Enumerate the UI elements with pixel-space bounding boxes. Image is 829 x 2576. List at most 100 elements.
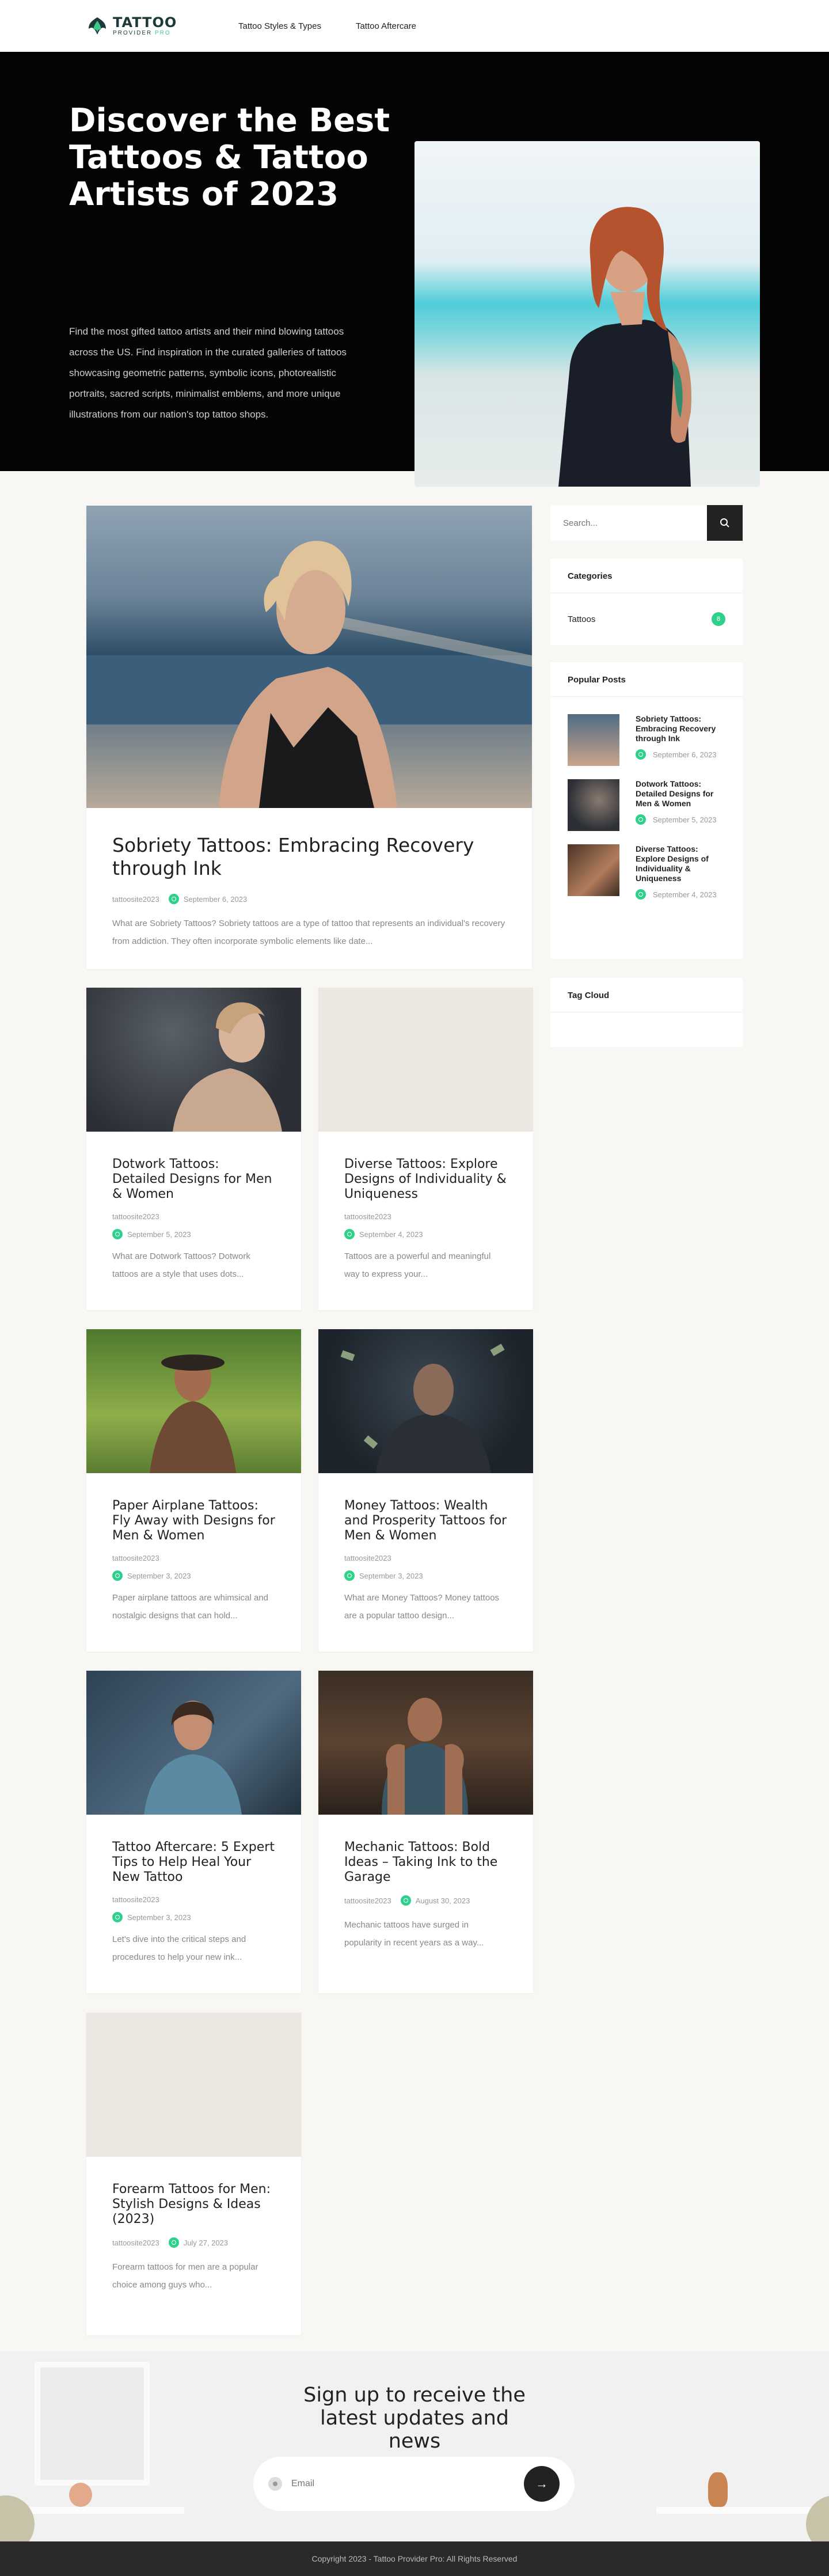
newsletter-title: Sign up to receive the latest updates an… bbox=[303, 2384, 526, 2453]
popular-posts-widget: Popular Posts Sobriety Tattoos: Embracin… bbox=[550, 662, 743, 959]
post-author[interactable]: tattoosite2023 bbox=[344, 1554, 507, 1562]
popular-post-thumb[interactable] bbox=[568, 779, 619, 831]
post-thumbnail[interactable] bbox=[86, 1671, 301, 1815]
clock-icon bbox=[344, 1570, 355, 1581]
post-card[interactable]: Dotwork Tattoos: Detailed Designs for Me… bbox=[86, 988, 301, 1310]
post-date: September 3, 2023 bbox=[112, 1570, 275, 1581]
post-excerpt: Mechanic tattoos have surged in populari… bbox=[344, 1920, 484, 1948]
subscribe-button[interactable]: → bbox=[524, 2466, 560, 2502]
clock-icon bbox=[636, 814, 646, 825]
post-thumbnail[interactable] bbox=[86, 988, 301, 1132]
post-title[interactable]: Paper Airplane Tattoos: Fly Away with De… bbox=[112, 1498, 275, 1543]
nav-tattoo-styles[interactable]: Tattoo Styles & Types bbox=[238, 21, 321, 31]
main-content: Sobriety Tattoos: Embracing Recovery thr… bbox=[0, 471, 829, 2351]
post-author[interactable]: tattoosite2023 bbox=[344, 1896, 391, 1905]
logo-title: TATTOO bbox=[113, 14, 177, 31]
widget-title: Tag Cloud bbox=[550, 978, 743, 1012]
main-nav: Tattoo Styles & Types Tattoo Aftercare bbox=[238, 21, 416, 31]
post-title[interactable]: Money Tattoos: Wealth and Prosperity Tat… bbox=[344, 1498, 507, 1543]
nav-tattoo-aftercare[interactable]: Tattoo Aftercare bbox=[356, 21, 416, 31]
site-footer: Copyright 2023 - Tattoo Provider Pro: Al… bbox=[0, 2541, 829, 2576]
clock-icon bbox=[112, 1912, 123, 1922]
hero-section: Discover the Best Tattoos & Tattoo Artis… bbox=[0, 52, 829, 487]
post-card[interactable]: Money Tattoos: Wealth and Prosperity Tat… bbox=[318, 1329, 533, 1652]
category-count: 8 bbox=[712, 612, 725, 626]
post-title[interactable]: Dotwork Tattoos: Detailed Designs for Me… bbox=[112, 1157, 275, 1202]
post-thumbnail[interactable] bbox=[318, 1329, 533, 1473]
popular-post-item[interactable]: Dotwork Tattoos: Detailed Designs for Me… bbox=[550, 779, 743, 831]
popular-post-date: September 5, 2023 bbox=[653, 815, 717, 824]
tag-cloud-widget: Tag Cloud bbox=[550, 978, 743, 1047]
site-logo[interactable]: TATTOO PROVIDER PRO bbox=[86, 15, 207, 37]
popular-post-date: September 6, 2023 bbox=[653, 750, 717, 759]
post-author[interactable]: tattoosite2023 bbox=[112, 2239, 159, 2247]
post-author[interactable]: tattoosite2023 bbox=[344, 1212, 507, 1221]
search-button[interactable] bbox=[707, 505, 743, 541]
search-input[interactable] bbox=[550, 505, 707, 541]
post-author[interactable]: tattoosite2023 bbox=[112, 1212, 275, 1221]
search-icon bbox=[720, 518, 729, 528]
email-input[interactable] bbox=[291, 2479, 524, 2489]
post-date: September 6, 2023 bbox=[183, 894, 248, 904]
clock-icon bbox=[636, 749, 646, 760]
newsletter-section: Sign up to receive the latest updates an… bbox=[0, 2351, 829, 2541]
logo-icon bbox=[86, 15, 108, 37]
post-excerpt: What are Dotwork Tattoos? Dotwork tattoo… bbox=[112, 1251, 250, 1279]
clock-icon bbox=[112, 1570, 123, 1581]
post-author[interactable]: tattoosite2023 bbox=[112, 1554, 275, 1562]
post-author[interactable]: tattoosite2023 bbox=[112, 1895, 275, 1904]
post-card[interactable]: Mechanic Tattoos: Bold Ideas – Taking In… bbox=[318, 1671, 533, 1993]
post-title[interactable]: Mechanic Tattoos: Bold Ideas – Taking In… bbox=[344, 1840, 507, 1885]
category-item[interactable]: Tattoos 8 bbox=[550, 593, 743, 645]
featured-post-image[interactable] bbox=[86, 506, 532, 808]
post-thumbnail[interactable] bbox=[318, 1671, 533, 1815]
decorative-vase bbox=[69, 2483, 92, 2507]
popular-post-title[interactable]: Diverse Tattoos: Explore Designs of Indi… bbox=[636, 844, 725, 883]
popular-post-item[interactable]: Sobriety Tattoos: Embracing Recovery thr… bbox=[550, 714, 743, 766]
post-card[interactable]: Diverse Tattoos: Explore Designs of Indi… bbox=[318, 988, 533, 1310]
decorative-shelf bbox=[23, 2507, 184, 2514]
widget-title: Categories bbox=[550, 559, 743, 593]
post-title[interactable]: Diverse Tattoos: Explore Designs of Indi… bbox=[344, 1157, 507, 1202]
post-excerpt: Forearm tattoos for men are a popular ch… bbox=[112, 2262, 258, 2290]
featured-post-title[interactable]: Sobriety Tattoos: Embracing Recovery thr… bbox=[112, 834, 506, 880]
post-date: September 3, 2023 bbox=[112, 1912, 275, 1922]
post-thumbnail[interactable] bbox=[86, 2013, 301, 2157]
popular-post-thumb[interactable] bbox=[568, 844, 619, 896]
featured-post-excerpt: What are Sobriety Tattoos? Sobriety tatt… bbox=[112, 919, 505, 946]
clock-icon bbox=[636, 889, 646, 900]
site-header: TATTOO PROVIDER PRO Tattoo Styles & Type… bbox=[0, 0, 829, 52]
hero-title: Discover the Best Tattoos & Tattoo Artis… bbox=[69, 102, 390, 213]
clock-icon bbox=[344, 1229, 355, 1239]
popular-post-thumb[interactable] bbox=[568, 714, 619, 766]
widget-title: Popular Posts bbox=[550, 662, 743, 697]
post-title[interactable]: Tattoo Aftercare: 5 Expert Tips to Help … bbox=[112, 1840, 275, 1885]
popular-post-title[interactable]: Sobriety Tattoos: Embracing Recovery thr… bbox=[636, 714, 725, 743]
post-title[interactable]: Forearm Tattoos for Men: Stylish Designs… bbox=[112, 2182, 275, 2227]
hero-image bbox=[414, 141, 760, 487]
email-icon bbox=[268, 2477, 282, 2491]
post-date: July 27, 2023 bbox=[183, 2238, 229, 2247]
copyright-text: Copyright 2023 - Tattoo Provider Pro: Al… bbox=[311, 2554, 518, 2563]
decorative-shelf bbox=[656, 2507, 829, 2514]
post-date: September 4, 2023 bbox=[344, 1229, 507, 1239]
post-meta: tattoosite2023 July 27, 2023 bbox=[112, 2237, 275, 2248]
post-author[interactable]: tattoosite2023 bbox=[112, 895, 159, 904]
post-excerpt: What are Money Tattoos? Money tattoos ar… bbox=[344, 1593, 500, 1621]
decorative-chair bbox=[0, 2495, 35, 2541]
decorative-chair bbox=[806, 2495, 829, 2541]
post-card[interactable]: Paper Airplane Tattoos: Fly Away with De… bbox=[86, 1329, 301, 1652]
post-excerpt: Paper airplane tattoos are whimsical and… bbox=[112, 1593, 268, 1621]
featured-post-meta: tattoosite2023 September 6, 2023 bbox=[112, 894, 506, 904]
popular-post-item[interactable]: Diverse Tattoos: Explore Designs of Indi… bbox=[550, 844, 743, 901]
post-thumbnail[interactable] bbox=[86, 1329, 301, 1473]
search-form bbox=[550, 505, 743, 541]
post-thumbnail[interactable] bbox=[318, 988, 533, 1132]
post-card[interactable]: Forearm Tattoos for Men: Stylish Designs… bbox=[86, 2013, 301, 2335]
post-card[interactable]: Tattoo Aftercare: 5 Expert Tips to Help … bbox=[86, 1671, 301, 1993]
clock-icon bbox=[112, 1229, 123, 1239]
post-date: September 5, 2023 bbox=[112, 1229, 275, 1239]
newsletter-form: → bbox=[253, 2457, 575, 2511]
popular-post-title[interactable]: Dotwork Tattoos: Detailed Designs for Me… bbox=[636, 779, 725, 809]
featured-post[interactable]: Sobriety Tattoos: Embracing Recovery thr… bbox=[86, 506, 532, 969]
